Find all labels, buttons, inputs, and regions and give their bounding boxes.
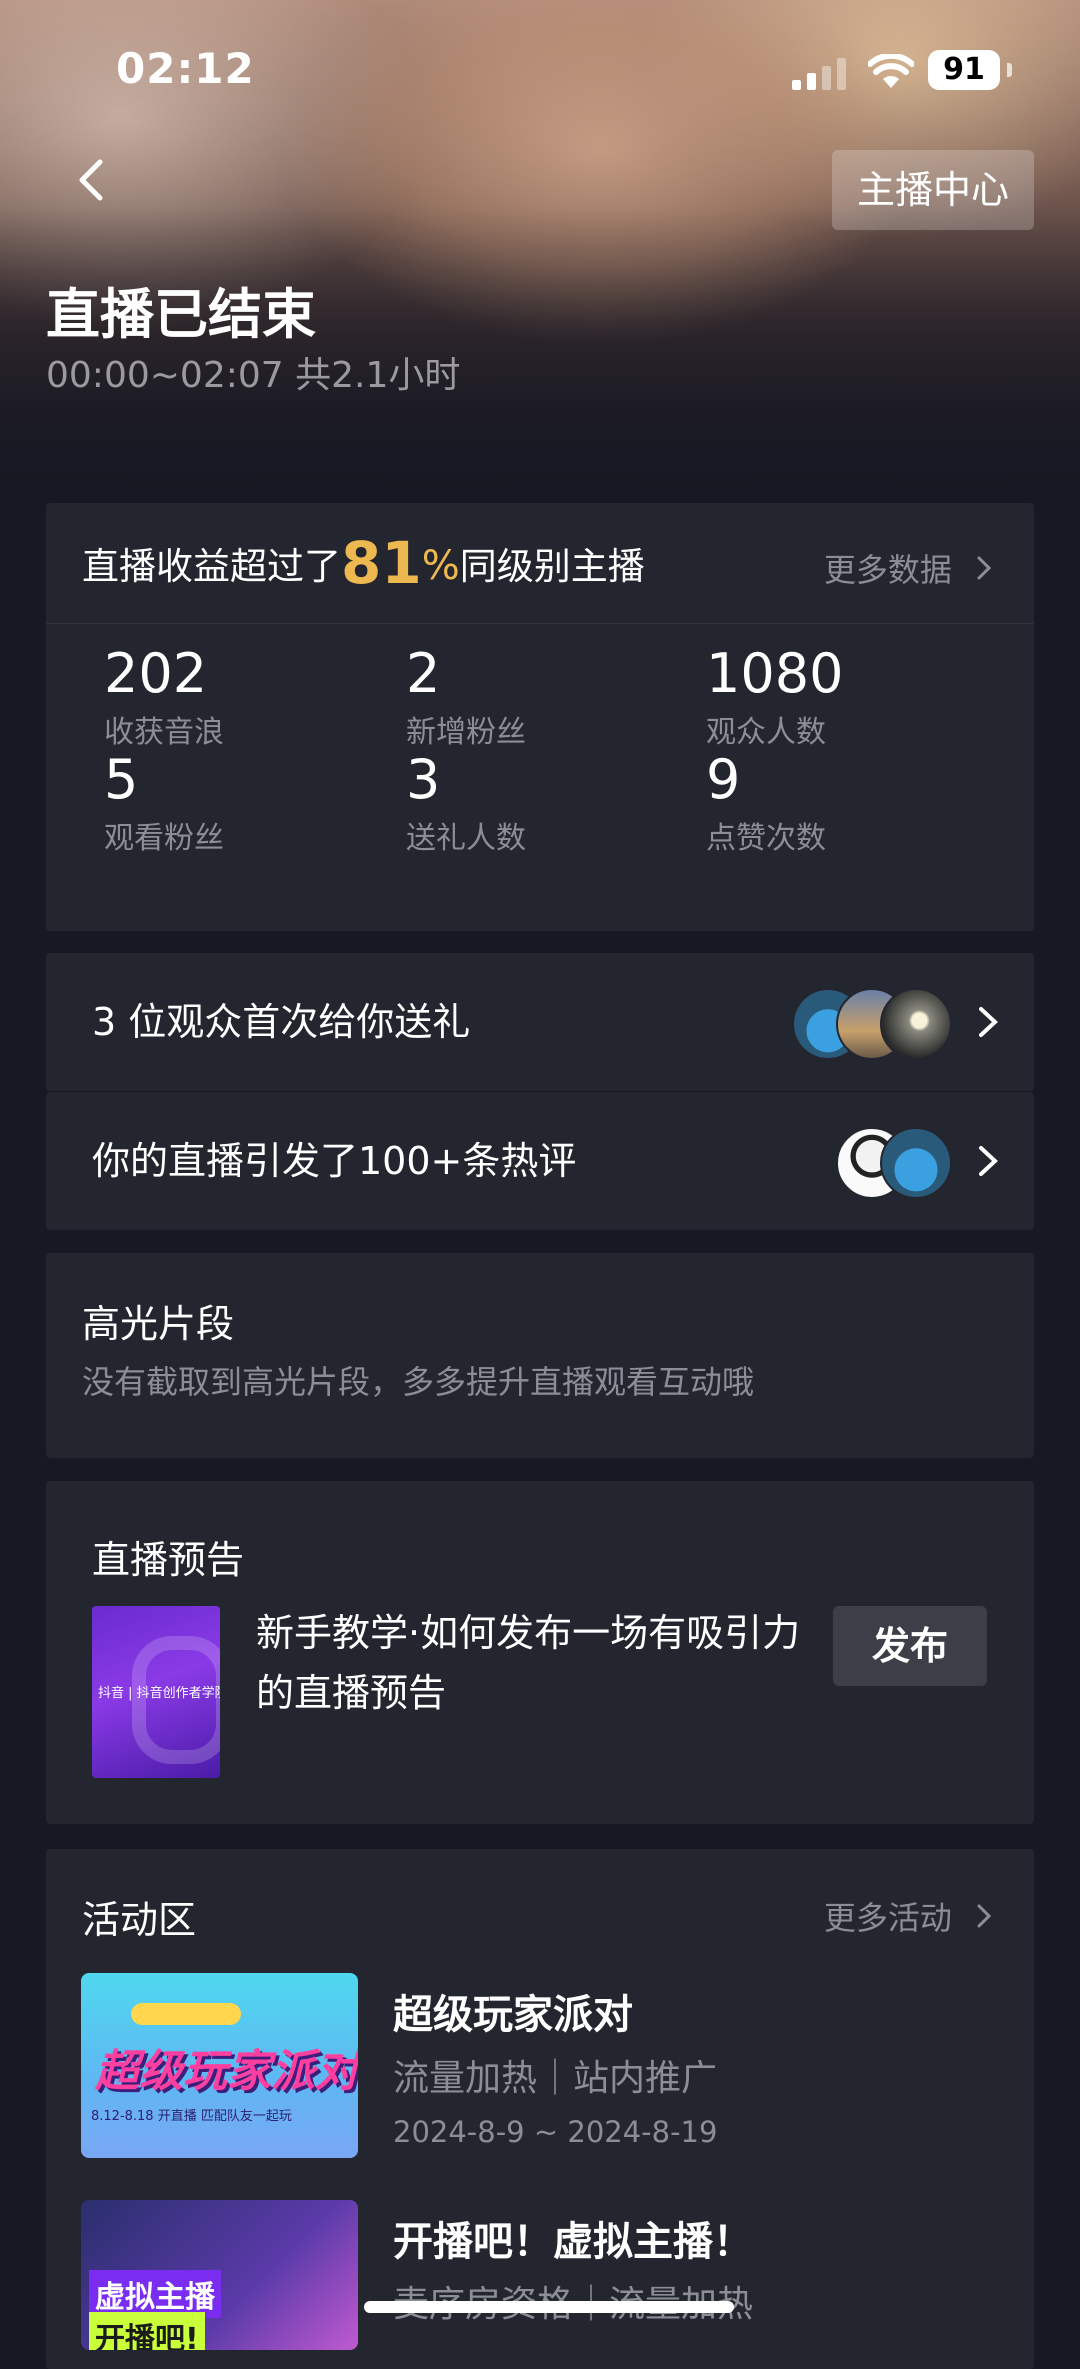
- activity-tags: 流量加热｜站内推广: [393, 2058, 718, 2099]
- stat-value: 9: [706, 748, 741, 811]
- more-activities-label: 更多活动: [823, 1899, 952, 1937]
- status-time: 02:12: [116, 44, 255, 93]
- stat-likes: 9 点赞次数: [706, 749, 1006, 857]
- publish-button[interactable]: 发布: [833, 1606, 987, 1686]
- preview-tutorial-thumbnail[interactable]: 抖音 | 抖音创作者学院: [92, 1606, 220, 1778]
- highlights-title: 高光片段: [82, 1302, 235, 1346]
- chevron-right-icon: [979, 1146, 998, 1176]
- earnings-percent-sign: %: [421, 543, 460, 589]
- hot-comments-text: 你的直播引发了100+条热评: [92, 1139, 577, 1183]
- first-gift-row[interactable]: 3 位观众首次给你送礼: [46, 953, 1034, 1091]
- earnings-suffix: 同级别主播: [459, 545, 645, 588]
- chevron-right-icon: [979, 1007, 998, 1037]
- highlights-card: 高光片段 没有截取到高光片段，多多提升直播观看互动哦: [46, 1253, 1034, 1458]
- live-duration: 00:00~02:07 共2.1小时: [46, 355, 461, 396]
- stat-value: 5: [104, 748, 139, 811]
- stat-gift-givers: 3 送礼人数: [406, 749, 706, 857]
- highlights-description: 没有截取到高光片段，多多提升直播观看互动哦: [82, 1363, 755, 1401]
- earnings-summary-text: 直播收益超过了81%同级别主播: [82, 533, 645, 597]
- stat-label: 观看粉丝: [104, 821, 224, 856]
- preview-tutorial-text[interactable]: 新手教学·如何发布一场有吸引力的直播预告: [256, 1603, 816, 1723]
- stat-value: 1080: [706, 642, 844, 705]
- battery-icon: 91: [928, 50, 1012, 92]
- stat-value: 202: [104, 642, 208, 705]
- stat-label: 观众人数: [706, 715, 826, 750]
- battery-level: 91: [928, 50, 1000, 90]
- page-title: 直播已结束: [46, 283, 316, 346]
- stat-value: 3: [406, 748, 441, 811]
- more-data-link[interactable]: 更多数据: [824, 545, 992, 591]
- back-arrow-icon[interactable]: [66, 150, 126, 210]
- thumbnail-tag: 抖音 | 抖音创作者学院: [98, 1686, 220, 1701]
- stat-label: 点赞次数: [706, 821, 826, 856]
- stat-new-fans: 2 新增粉丝: [406, 643, 706, 751]
- stat-label: 送礼人数: [406, 821, 526, 856]
- cellular-signal-icon: [792, 58, 846, 90]
- avatar: [880, 1127, 952, 1199]
- stat-watching-fans: 5 观看粉丝: [104, 749, 404, 857]
- earnings-summary-row[interactable]: 直播收益超过了81%同级别主播 更多数据: [46, 503, 1034, 624]
- activities-card: 活动区 更多活动 超级玩家派对 8.12-8.18 开直播 匹配队友一起玩 超级…: [46, 1849, 1034, 2369]
- activity-title[interactable]: 开播吧！虚拟主播！: [393, 2209, 753, 2267]
- earnings-percent: 81: [341, 529, 422, 597]
- live-preview-title: 直播预告: [92, 1538, 245, 1582]
- earnings-stats-card: 直播收益超过了81%同级别主播 更多数据 202 收获音浪 2 新增粉丝 108…: [46, 503, 1034, 931]
- activity-thumbnail[interactable]: 超级玩家派对 8.12-8.18 开直播 匹配队友一起玩: [81, 1973, 358, 2158]
- activity-date: 2024-8-9 ~ 2024-8-19: [393, 2115, 718, 2149]
- stat-sound-waves: 202 收获音浪: [104, 643, 404, 751]
- stat-viewers: 1080 观众人数: [706, 643, 1006, 751]
- thumbnail-caption: 8.12-8.18 开直播 匹配队友一起玩: [91, 2109, 292, 2124]
- activity-title[interactable]: 超级玩家派对: [393, 1982, 633, 2040]
- thumbnail-title-art: 超级玩家派对: [95, 2046, 358, 2097]
- activity-thumbnail[interactable]: 虚拟主播 开播吧!: [81, 2200, 358, 2350]
- stat-label: 收获音浪: [104, 715, 224, 750]
- battery-tip: [1007, 63, 1012, 77]
- activities-title: 活动区: [82, 1898, 197, 1942]
- avatar: [880, 988, 952, 1060]
- anchor-center-button[interactable]: 主播中心: [832, 150, 1034, 230]
- stat-label: 新增粉丝: [406, 715, 526, 750]
- live-preview-card: 直播预告 抖音 | 抖音创作者学院 新手教学·如何发布一场有吸引力的直播预告 发…: [46, 1481, 1034, 1824]
- earnings-prefix: 直播收益超过了: [82, 545, 341, 588]
- hot-comments-row[interactable]: 你的直播引发了100+条热评: [46, 1092, 1034, 1230]
- thumbnail-title-art: 虚拟主播: [89, 2270, 221, 2318]
- more-activities-link[interactable]: 更多活动: [824, 1893, 992, 1939]
- chevron-right-icon: [977, 556, 992, 580]
- more-data-label: 更多数据: [823, 551, 952, 589]
- chevron-right-icon: [977, 1904, 992, 1928]
- status-bar: 02:12 91: [0, 0, 1080, 140]
- home-indicator[interactable]: [364, 2301, 734, 2313]
- thumbnail-title-art-2: 开播吧!: [89, 2312, 205, 2350]
- first-gift-text: 3 位观众首次给你送礼: [92, 1000, 471, 1044]
- thumbnail-badge: [131, 2003, 241, 2025]
- stat-value: 2: [406, 642, 441, 705]
- wifi-icon: [868, 54, 914, 88]
